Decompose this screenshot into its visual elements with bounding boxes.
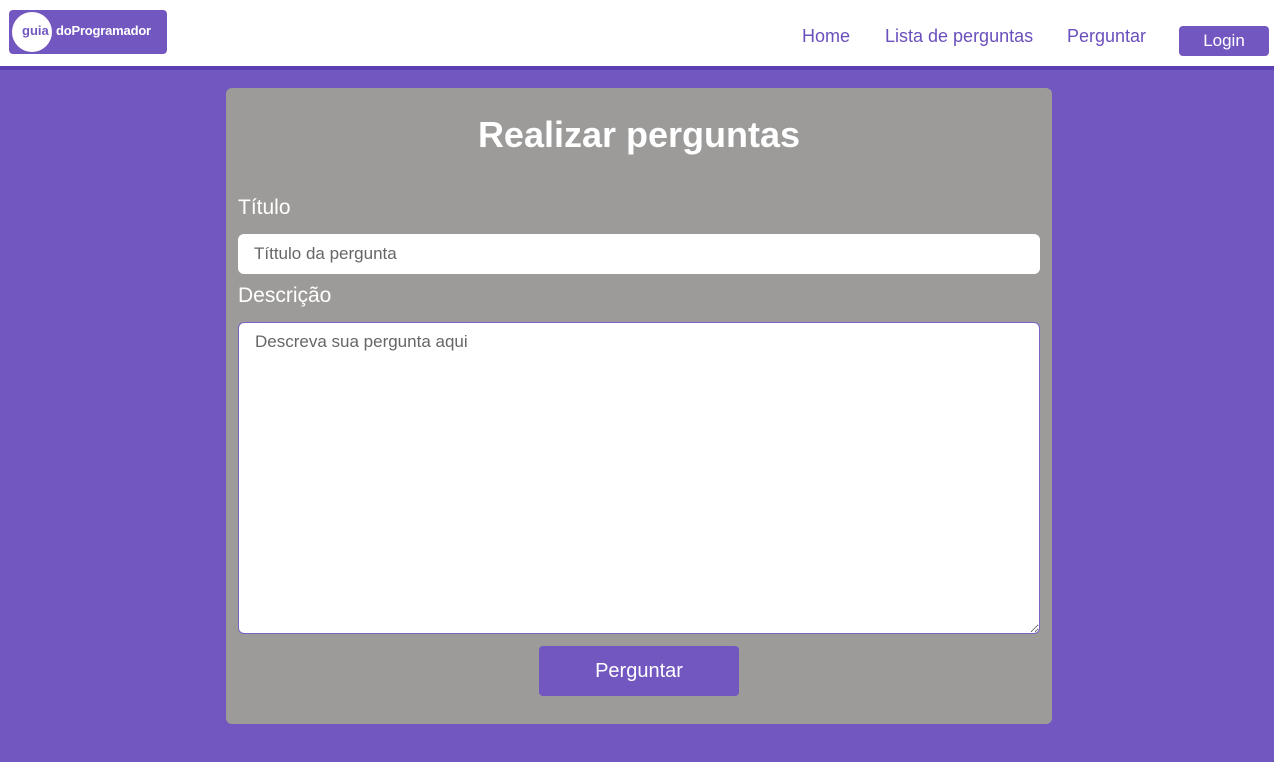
logo-prompt-glyph: > [13,23,21,38]
logo-text-doprogramador: doProgramador [56,23,151,38]
nav-link-home[interactable]: Home [802,26,850,47]
logo-text-guia: guia [22,23,49,38]
ask-question-card: Realizar perguntas Título Descrição Perg… [226,88,1052,724]
nav-link-lista-de-perguntas[interactable]: Lista de perguntas [885,26,1033,47]
page-title: Realizar perguntas [477,114,801,155]
top-navbar: > guia doProgramador Home Lista de pergu… [0,0,1274,70]
titulo-label: Título [238,196,291,219]
perguntar-submit-button[interactable]: Perguntar [539,646,739,696]
site-logo[interactable]: > guia doProgramador [9,10,167,54]
descricao-textarea[interactable] [238,322,1040,634]
titulo-input[interactable] [238,234,1040,274]
descricao-label: Descrição [238,284,332,307]
nav-link-perguntar[interactable]: Perguntar [1067,26,1146,47]
login-button[interactable]: Login [1179,26,1269,56]
